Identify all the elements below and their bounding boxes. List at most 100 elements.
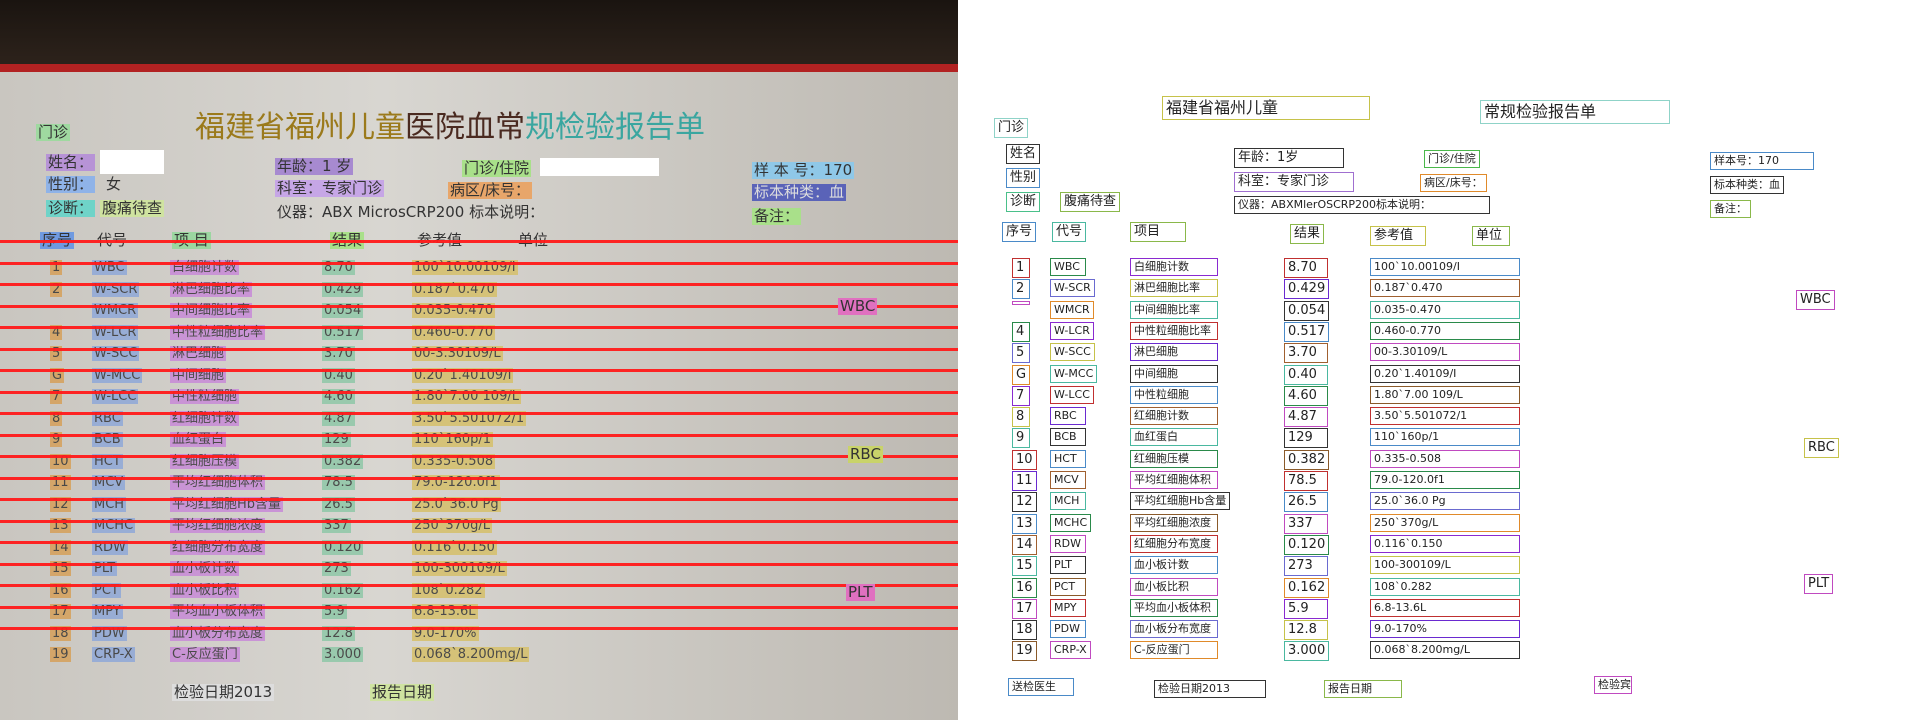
photo-outpatient-redacted: [540, 158, 659, 176]
row-result-cell: 3.70: [1284, 343, 1328, 364]
row-seq-cell: 7: [1012, 385, 1030, 406]
row-item-cell: 血小板比积: [1130, 577, 1218, 596]
annotation-panel: 福建省福州儿童 常规检验报告单 门诊 姓名 性别 诊断 腹痛待查 年龄：1岁 科…: [958, 0, 1920, 720]
row-ref-cell: 108`0.282: [1370, 577, 1520, 596]
photo-outpatient: 门诊/住院: [462, 159, 532, 177]
photo-title: 福建省福州儿童医院血常规检验报告单: [195, 102, 705, 146]
footer-report-date: 报告日期: [1324, 680, 1402, 698]
photo-red-line: [0, 326, 958, 329]
photo-plt-tag: PLT: [846, 583, 875, 601]
row-code-cell: CRP-X: [1050, 641, 1091, 660]
row-seq-cell: 19: [1012, 641, 1037, 662]
row-item-cell: 血红蛋白: [1130, 428, 1218, 447]
row-result-cell: 5.9: [1284, 598, 1328, 619]
row-result-cell: 4.60: [1284, 385, 1328, 406]
row-code-cell: WBC: [1050, 258, 1086, 276]
row-item-cell: 中性粒细胞比率: [1130, 321, 1218, 340]
row-code-cell: MCH: [1050, 492, 1086, 511]
row-code-cell: MCV: [1050, 471, 1086, 489]
row-item-cell: 红细胞压模: [1130, 449, 1218, 468]
photo-title-part1: 福建省福州儿童: [195, 110, 405, 145]
row-result-cell: 0.517: [1284, 321, 1330, 342]
row-seq-cell: 8: [1012, 407, 1030, 428]
photo-diagnosis-value: 腹痛待查: [100, 199, 165, 217]
row-code-cell: W-LCC: [1050, 385, 1094, 404]
photo-red-line: [0, 584, 958, 587]
row-code-cell: RDW: [1050, 534, 1086, 553]
row-ref-cell: 0.187`0.470: [1370, 279, 1520, 298]
row-ref-cell: 0.035-0.470: [1370, 300, 1520, 319]
photo-red-line: [0, 605, 958, 609]
row-result-cell: 0.40: [1284, 364, 1328, 385]
row-seq-cell: 15: [1012, 556, 1037, 577]
row-result-cell: 3.000: [1284, 641, 1330, 662]
row-ref-cell: 1.80`7.00 109/L: [1370, 385, 1520, 404]
row-result-cell: 0.429: [1284, 279, 1330, 300]
photo-red-line: [0, 627, 958, 630]
row-seq-cell: 9: [1012, 428, 1030, 449]
row-item-cell: 血小板计数: [1130, 556, 1218, 575]
photo-rbc-tag: RBC: [848, 445, 883, 463]
sample-no: 样本号：170: [1710, 152, 1814, 170]
row-ref-cell: 6.8-13.6L: [1370, 598, 1520, 617]
photo-age: 年龄：1 岁: [275, 157, 354, 175]
row-code-cell: W-SCR: [1050, 279, 1095, 298]
department: 科室：专家门诊: [1234, 172, 1354, 192]
footer-doctor: 送检医生: [1008, 678, 1074, 696]
photo-red-line: [0, 390, 958, 394]
row-code-cell: W-SCC: [1050, 343, 1095, 362]
row-ref-cell: 0.068`8.200mg/L: [1370, 641, 1520, 660]
col-seq: 序号: [1002, 222, 1037, 242]
photo-wbc-tag: WBC: [838, 297, 878, 315]
photo-red-line: [0, 240, 958, 243]
outpatient: 门诊/住院: [1424, 150, 1480, 168]
row-seq-cell: 2: [1012, 279, 1030, 300]
gender-label: 性别: [1006, 168, 1041, 188]
row-ref-cell: 110`160p/1: [1370, 428, 1520, 447]
row-item-cell: 中间细胞: [1130, 364, 1218, 383]
row-code-cell: WMCR: [1050, 300, 1094, 319]
row-item-cell: 淋巴细胞比率: [1130, 279, 1218, 298]
row-code-cell: W-LCR: [1050, 321, 1094, 340]
row-result-cell: 0.120: [1284, 534, 1330, 555]
photo-footer-test-date: 检验日期2013: [172, 683, 275, 701]
row-code-cell: RBC: [1050, 407, 1086, 426]
row-code-cell: PLT: [1050, 556, 1086, 575]
col-code: 代号: [1052, 222, 1087, 242]
photo-red-line: [0, 455, 958, 458]
row-ref-cell: 0.20`1.40109/I: [1370, 364, 1520, 383]
row-result-cell: 273: [1284, 556, 1328, 577]
photo-sample-type: 标本种类：血: [752, 183, 847, 201]
photo-footer-report-date: 报告日期: [370, 683, 435, 701]
photo-sample-no: 样 本 号：170: [752, 161, 855, 179]
col-item: 项目: [1130, 222, 1186, 242]
photo-red-line: [0, 541, 958, 544]
plt-tag: PLT: [1804, 574, 1834, 594]
age: 年龄：1岁: [1234, 148, 1344, 168]
photo-gender-value: 女: [106, 175, 122, 193]
row-item-cell: 平均血小板体积: [1130, 598, 1218, 617]
row-item-cell: 中性粒细胞: [1130, 385, 1218, 404]
row-item-cell: 血小板分布宽度: [1130, 620, 1218, 639]
row-ref-cell: 100-300109/L: [1370, 556, 1520, 575]
row-result-cell: 0.162: [1284, 577, 1330, 598]
photo-diagnosis-label: 诊断：: [46, 199, 96, 217]
row-item-cell: 平均红细胞浓度: [1130, 513, 1218, 532]
row-seq-cell: 10: [1012, 449, 1037, 470]
row-code-cell: MPY: [1050, 598, 1086, 617]
photo-row-item-cell: C-反应蛋门: [170, 647, 240, 662]
row-item-cell: 红细胞分布宽度: [1130, 534, 1218, 553]
photo-title-part2: 医院血常: [405, 110, 525, 145]
photo-red-line: [0, 498, 958, 501]
photo-name-redacted: [100, 150, 164, 174]
photo-red-line: [0, 283, 958, 286]
report-photo: 福建省福州儿童医院血常规检验报告单 门诊 姓名： 性别： 女 诊断： 腹痛待查 …: [0, 0, 958, 720]
row-code-cell: W-MCC: [1050, 364, 1098, 383]
photo-ward-type: 门诊: [36, 123, 71, 141]
photo-red-line: [0, 476, 958, 480]
row-result-cell: 337: [1284, 513, 1328, 534]
col-reference: 参考值: [1370, 226, 1426, 246]
photo-remark: 备注：: [752, 207, 802, 225]
row-seq-cell: 17: [1012, 598, 1037, 619]
row-ref-cell: 9.0-170%: [1370, 620, 1520, 639]
